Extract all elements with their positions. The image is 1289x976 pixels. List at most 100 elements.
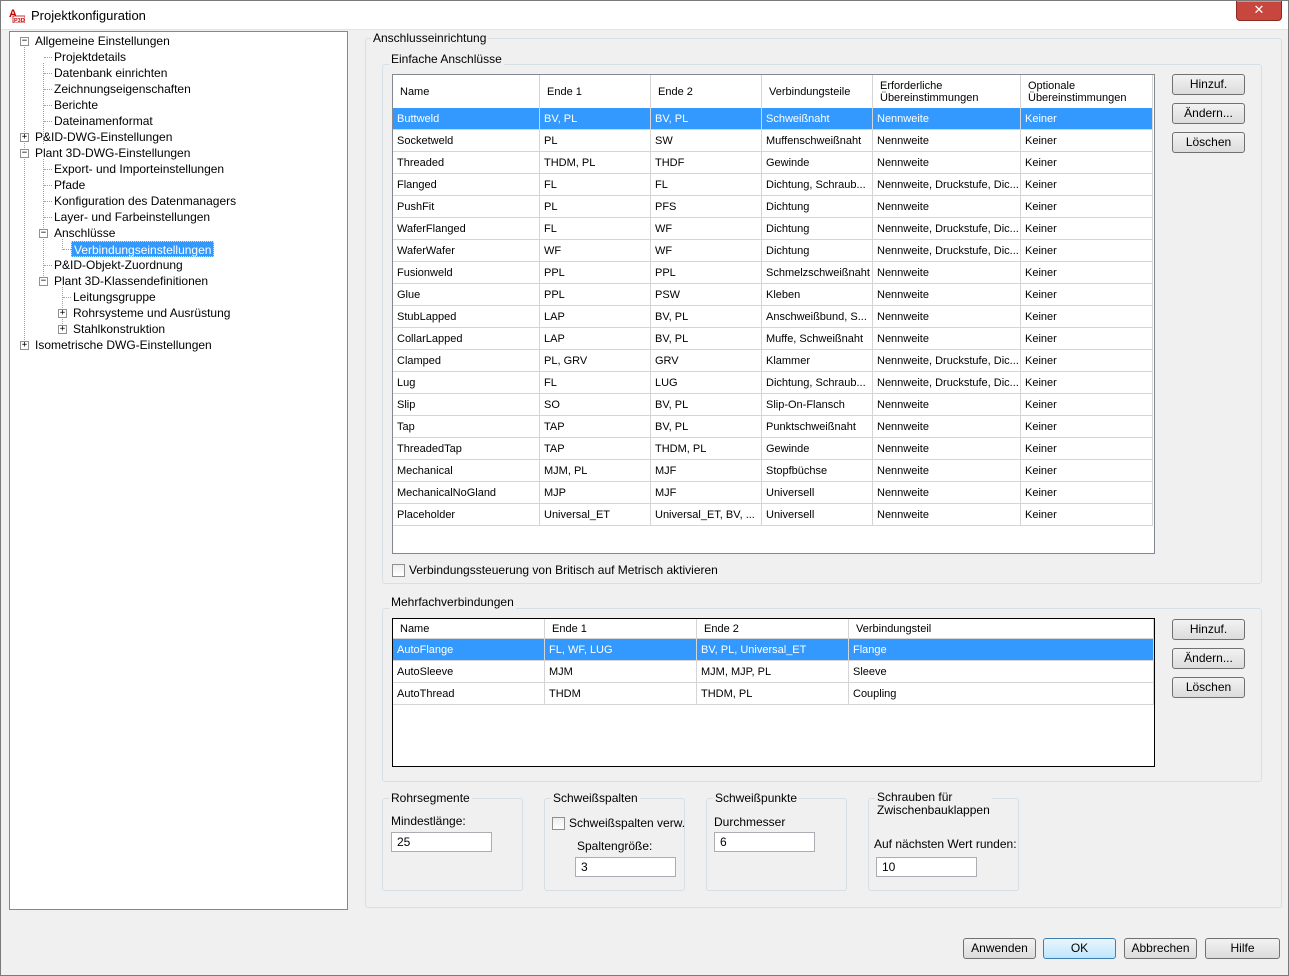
tree-item-class-definitions[interactable]: − Plant 3D-Klassendefinitionen bbox=[10, 273, 340, 289]
column-header-required[interactable]: Erforderliche Übereinstimmungen bbox=[873, 75, 1021, 108]
tree-item-reports[interactable]: Berichte bbox=[10, 97, 340, 113]
table-cell: FL, WF, LUG bbox=[545, 639, 697, 660]
table-row[interactable]: CollarLapped LAP BV, PL Muffe, Schweißnaht N… bbox=[393, 328, 1153, 350]
use-weld-gaps-checkbox[interactable] bbox=[552, 817, 565, 830]
simple-delete-button[interactable]: Löschen bbox=[1172, 132, 1245, 153]
table-row[interactable]: AutoFlange FL, WF, LUG BV, PL, Universal_E… bbox=[393, 639, 1154, 661]
collapse-icon[interactable]: − bbox=[39, 277, 48, 286]
table-row[interactable]: Tap TAP BV, PL Punktschweißnaht Nennweite Kei… bbox=[393, 416, 1153, 438]
table-row[interactable]: Clamped PL, GRV GRV Klammer Nennweite, Druck… bbox=[393, 350, 1153, 372]
gap-size-input[interactable]: 3 bbox=[575, 857, 676, 877]
tree-item-connections[interactable]: − Anschlüsse bbox=[10, 225, 340, 241]
tree-item-project-details[interactable]: Projektdetails bbox=[10, 49, 340, 65]
table-cell: Universell bbox=[762, 504, 873, 525]
multi-delete-button[interactable]: Löschen bbox=[1172, 677, 1245, 698]
multi-edit-button[interactable]: Ändern... bbox=[1172, 648, 1245, 669]
tree-item-database[interactable]: Datenbank einrichten bbox=[10, 65, 340, 81]
column-header-end1[interactable]: Ende 1 bbox=[545, 619, 697, 638]
tree-item-drawing-properties[interactable]: Zeichnungseigenschaften bbox=[10, 81, 340, 97]
tree-item-plant3d-dwg[interactable]: − Plant 3D-DWG-Einstellungen bbox=[10, 145, 340, 161]
tree-line bbox=[44, 73, 52, 74]
table-cell: Keiner bbox=[1021, 460, 1153, 481]
table-row[interactable]: ThreadedTap TAP THDM, PL Gewinde Nennweite Ke… bbox=[393, 438, 1153, 460]
diameter-label: Durchmesser bbox=[714, 815, 786, 829]
metric-conversion-checkbox[interactable] bbox=[392, 564, 405, 577]
table-cell: PPL bbox=[651, 262, 762, 283]
tree-item-pid-dwg[interactable]: + P&ID-DWG-Einstellungen bbox=[10, 129, 340, 145]
table-row[interactable]: AutoSleeve MJM MJM, MJP, PL Sleeve bbox=[393, 661, 1154, 683]
table-row[interactable]: AutoThread THDM THDM, PL Coupling bbox=[393, 683, 1154, 705]
simple-connections-table[interactable]: Name Ende 1 Ende 2 Verbindungsteile Erfo… bbox=[392, 74, 1155, 554]
column-header-name[interactable]: Name bbox=[393, 619, 545, 638]
column-header-parts[interactable]: Verbindungsteile bbox=[762, 75, 873, 108]
table-cell: ThreadedTap bbox=[393, 438, 540, 459]
table-cell: Nennweite bbox=[873, 152, 1021, 173]
tree-line bbox=[44, 121, 52, 122]
table-cell: Universal_ET, BV, ... bbox=[651, 504, 762, 525]
table-row[interactable]: Glue PPL PSW Kleben Nennweite Keiner bbox=[393, 284, 1153, 306]
table-row[interactable]: StubLapped LAP BV, PL Anschweißbund, S... Ne… bbox=[393, 306, 1153, 328]
tree-item-filename-format[interactable]: Dateinamenformat bbox=[10, 113, 340, 129]
diameter-input[interactable]: 6 bbox=[714, 832, 815, 852]
table-cell: Nennweite bbox=[873, 438, 1021, 459]
help-button[interactable]: Hilfe bbox=[1205, 938, 1280, 959]
table-row[interactable]: MechanicalNoGland MJP MJF Universell Nennwei… bbox=[393, 482, 1153, 504]
settings-tree[interactable]: − Allgemeine Einstellungen Projektdetail… bbox=[9, 31, 348, 910]
simple-add-button[interactable]: Hinzuf. bbox=[1172, 74, 1245, 95]
table-row[interactable]: WaferFlanged FL WF Dichtung Nennweite, Druck… bbox=[393, 218, 1153, 240]
column-header-part[interactable]: Verbindungsteil bbox=[849, 619, 1154, 638]
table-row[interactable]: Socketweld PL SW Muffenschweißnaht Nennweite… bbox=[393, 130, 1153, 152]
tree-item-general[interactable]: − Allgemeine Einstellungen bbox=[10, 33, 340, 49]
expand-icon[interactable]: + bbox=[20, 133, 29, 142]
table-row[interactable]: Lug FL LUG Dichtung, Schraub... Nennweite, D… bbox=[393, 372, 1153, 394]
tree-item-connection-settings[interactable]: Verbindungseinstellungen bbox=[10, 241, 340, 257]
table-row[interactable]: Placeholder Universal_ET Universal_ET, BV,… bbox=[393, 504, 1153, 526]
cancel-button[interactable]: Abbrechen bbox=[1124, 938, 1197, 959]
expand-icon[interactable]: + bbox=[20, 341, 29, 350]
column-header-end2[interactable]: Ende 2 bbox=[697, 619, 849, 638]
table-cell: Kleben bbox=[762, 284, 873, 305]
column-header-optional[interactable]: Optionale Übereinstimmungen bbox=[1021, 75, 1153, 108]
column-header-end2[interactable]: Ende 2 bbox=[651, 75, 762, 108]
metric-conversion-label: Verbindungssteuerung von Britisch auf Me… bbox=[409, 563, 718, 577]
table-row[interactable]: PushFit PL PFS Dichtung Nennweite Keiner bbox=[393, 196, 1153, 218]
table-cell: Buttweld bbox=[393, 108, 540, 129]
collapse-icon[interactable]: − bbox=[20, 149, 29, 158]
simple-edit-button[interactable]: Ändern... bbox=[1172, 103, 1245, 124]
column-header-end1[interactable]: Ende 1 bbox=[540, 75, 651, 108]
table-row[interactable]: Mechanical MJM, PL MJF Stopfbüchse Nennweite… bbox=[393, 460, 1153, 482]
table-row[interactable]: Threaded THDM, PL THDF Gewinde Nennweite Kein… bbox=[393, 152, 1153, 174]
table-cell: MechanicalNoGland bbox=[393, 482, 540, 503]
column-header-name[interactable]: Name bbox=[393, 75, 540, 108]
tree-item-isometric[interactable]: + Isometrische DWG-Einstellungen bbox=[10, 337, 340, 353]
close-button[interactable]: ✕ bbox=[1236, 1, 1282, 21]
multi-connections-table[interactable]: Name Ende 1 Ende 2 Verbindungsteil AutoF… bbox=[392, 618, 1155, 767]
table-row[interactable]: Buttweld BV, PL BV, PL Schweißnaht Nennweite… bbox=[393, 108, 1153, 130]
table-row[interactable]: WaferWafer WF WF Dichtung Nennweite, Druckst… bbox=[393, 240, 1153, 262]
table-row[interactable]: Flanged FL FL Dichtung, Schraub... Nennweite… bbox=[393, 174, 1153, 196]
table-row[interactable]: Fusionweld PPL PPL Schmelzschweißnaht Nennwe… bbox=[393, 262, 1153, 284]
apply-button[interactable]: Anwenden bbox=[963, 938, 1036, 959]
ok-button[interactable]: OK bbox=[1043, 938, 1116, 959]
tree-item-structural[interactable]: + Stahlkonstruktion bbox=[10, 321, 340, 337]
collapse-icon[interactable]: − bbox=[20, 37, 29, 46]
collapse-icon[interactable]: − bbox=[39, 229, 48, 238]
tree-item-paths[interactable]: Pfade bbox=[10, 177, 340, 193]
tree-item-label: Rohrsysteme und Ausrüstung bbox=[73, 306, 231, 320]
tree-item-data-manager[interactable]: Konfiguration des Datenmanagers bbox=[10, 193, 340, 209]
multi-add-button[interactable]: Hinzuf. bbox=[1172, 619, 1245, 640]
table-row[interactable]: Slip SO BV, PL Slip-On-Flansch Nennweite Kein… bbox=[393, 394, 1153, 416]
table-cell: Keiner bbox=[1021, 284, 1153, 305]
tree-item-export-import[interactable]: Export- und Importeinstellungen bbox=[10, 161, 340, 177]
tree-item-piping-equipment[interactable]: + Rohrsysteme und Ausrüstung bbox=[10, 305, 340, 321]
table-cell: Keiner bbox=[1021, 130, 1153, 151]
tree-item-line-group[interactable]: Leitungsgruppe bbox=[10, 289, 340, 305]
table-cell: THDM, PL bbox=[540, 152, 651, 173]
min-length-input[interactable]: 25 bbox=[391, 832, 492, 852]
table-cell: Nennweite bbox=[873, 306, 1021, 327]
tree-item-layer-color[interactable]: Layer- und Farbeinstellungen bbox=[10, 209, 340, 225]
expand-icon[interactable]: + bbox=[58, 325, 67, 334]
tree-item-pid-mapping[interactable]: P&ID-Objekt-Zuordnung bbox=[10, 257, 340, 273]
expand-icon[interactable]: + bbox=[58, 309, 67, 318]
round-input[interactable]: 10 bbox=[876, 857, 977, 877]
